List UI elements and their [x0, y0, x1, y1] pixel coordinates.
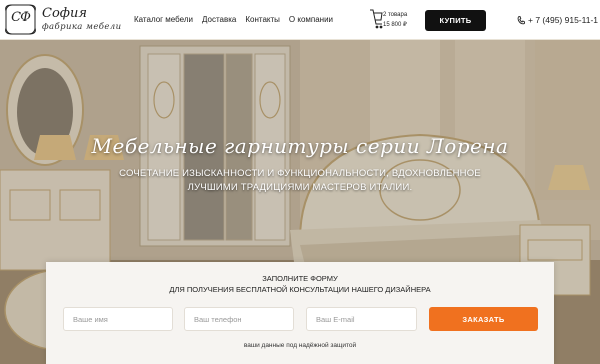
cart-count: 2 товара	[383, 12, 408, 18]
nav-about[interactable]: О компании	[289, 15, 333, 24]
logo-monogram: СФ	[11, 10, 31, 25]
form-title-line2: для получения бесплатной консультации на…	[169, 285, 431, 294]
hero-subtitle: Сочетание изысканности и функциональност…	[119, 168, 481, 193]
logo-tagline: фабрика мебели	[42, 22, 122, 33]
logo-emblem: СФ	[4, 3, 37, 36]
privacy-note: ваши данные под надёжной защитой	[243, 342, 357, 349]
email-field[interactable]	[306, 307, 417, 331]
hero-title: Мебельные гарнитуры серии Лорена	[91, 134, 509, 158]
phone-number: + 7 (495) 915-11-1	[528, 15, 599, 25]
order-button[interactable]: ЗАКАЗАТЬ	[429, 307, 538, 331]
phone-field[interactable]	[184, 307, 294, 331]
logo[interactable]: СФ София фабрика мебели	[4, 3, 121, 36]
consultation-form: Заполните форму для получения бесплатной…	[46, 262, 554, 364]
logo-name: София	[42, 6, 87, 22]
form-title: Заполните форму для получения бесплатной…	[46, 273, 554, 295]
nav-delivery[interactable]: Доставка	[202, 15, 236, 24]
nav-catalog[interactable]: Каталог мебели	[134, 15, 193, 24]
name-field[interactable]	[63, 307, 173, 331]
form-title-line1: Заполните форму	[262, 274, 338, 283]
cart-widget[interactable]: 2 товара 15 800 ₽	[369, 6, 415, 34]
phone-icon	[517, 15, 525, 24]
buy-button[interactable]: КУПИТЬ	[425, 10, 486, 31]
site-header: СФ София фабрика мебели Каталог мебели Д…	[0, 0, 600, 40]
phone-contact[interactable]: + 7 (495) 915-11-1	[517, 15, 598, 25]
nav-contacts[interactable]: Контакты	[245, 15, 280, 24]
main-nav: Каталог мебели Доставка Контакты О компа…	[134, 15, 342, 24]
cart-sum: 15 800 ₽	[383, 22, 407, 28]
cart-icon	[370, 9, 383, 29]
